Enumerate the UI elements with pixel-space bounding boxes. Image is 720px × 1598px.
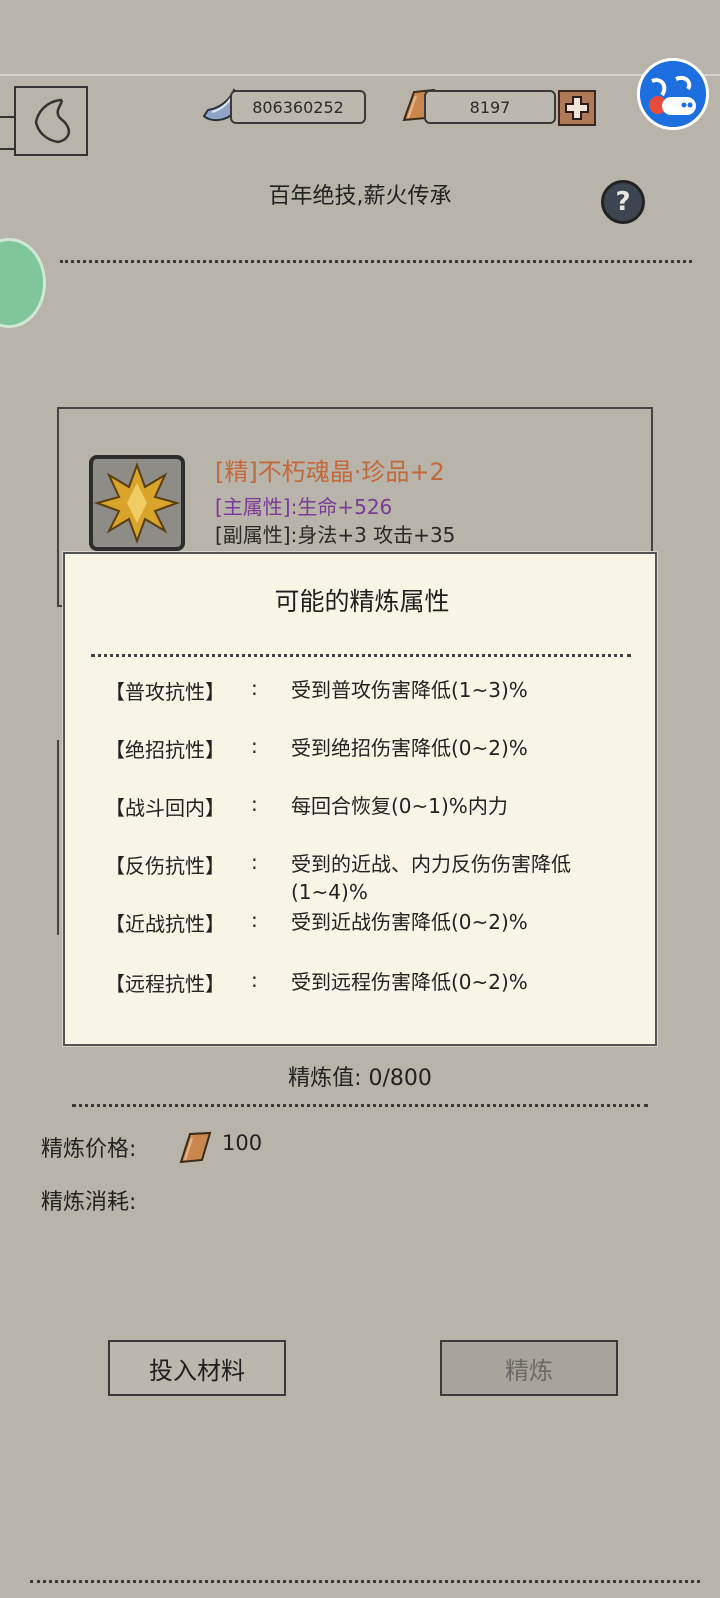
item-sub-attr: [副属性]:身法+3 攻击+35 xyxy=(215,523,456,547)
add-currency-button[interactable] xyxy=(558,90,596,126)
silver-count-value: 806360252 xyxy=(252,97,344,117)
back-button[interactable] xyxy=(14,86,88,156)
item-name: [精]不朽魂晶·珍品+2 xyxy=(215,458,445,486)
popup-title: 可能的精炼属性 xyxy=(274,587,450,616)
attr-separator: : xyxy=(251,968,258,992)
game-assistant-icon[interactable] xyxy=(637,58,709,130)
attr-key: 【绝招抗性】 xyxy=(105,738,225,762)
attr-key: 【反伤抗性】 xyxy=(105,854,225,878)
plus-icon xyxy=(565,96,589,120)
attr-key: 【近战抗性】 xyxy=(105,912,225,936)
put-material-button[interactable]: 投入材料 xyxy=(108,1340,286,1396)
attr-value: 受到远程伤害降低(0~2)% xyxy=(291,970,528,994)
attr-value: 受到绝招伤害降低(0~2)% xyxy=(291,736,528,760)
gold-count: 8197 xyxy=(424,90,556,124)
help-icon: ? xyxy=(615,187,631,217)
attr-value: 受到普攻伤害降低(1~3)% xyxy=(291,678,528,702)
attr-value: 每回合恢复(0~1)%内力 xyxy=(291,794,508,818)
attr-separator: : xyxy=(251,676,258,700)
back-arrow-icon xyxy=(34,98,70,144)
header-divider xyxy=(60,260,692,263)
attr-separator: : xyxy=(251,850,258,874)
refine-button[interactable]: 精炼 xyxy=(440,1340,618,1396)
gold-bar-icon xyxy=(178,1130,214,1166)
attr-separator: : xyxy=(251,734,258,758)
refine-price-label: 精炼价格: xyxy=(41,1137,137,1162)
side-float-badge[interactable] xyxy=(0,238,46,328)
item-main-attr: [主属性]:生命+526 xyxy=(215,495,393,519)
gold-star-crystal-icon xyxy=(93,462,181,544)
refine-divider xyxy=(72,1104,648,1107)
gold-count-value: 8197 xyxy=(469,97,511,117)
item-slot[interactable] xyxy=(89,455,185,551)
attr-separator: : xyxy=(251,908,258,932)
refine-value: 精炼值: 0/800 xyxy=(0,1060,720,1092)
popup-divider xyxy=(91,654,631,657)
top-divider xyxy=(0,74,720,76)
refine-price-value: 100 xyxy=(222,1131,263,1155)
help-button[interactable]: ? xyxy=(601,180,645,224)
refine-value-number: 0/800 xyxy=(368,1066,432,1091)
refine-attributes-popup[interactable]: 可能的精炼属性 【普攻抗性】 : 受到普攻伤害降低(1~3)% 【绝招抗性】 :… xyxy=(63,552,657,1046)
attr-value: 受到的近战、内力反伤伤害降低(1~4)% xyxy=(291,852,571,904)
attr-key: 【普攻抗性】 xyxy=(105,680,225,704)
refine-cost-label: 精炼消耗: xyxy=(41,1190,137,1215)
attr-value: 受到近战伤害降低(0~2)% xyxy=(291,910,528,934)
bottom-divider xyxy=(30,1580,700,1583)
attr-key: 【远程抗性】 xyxy=(105,972,225,996)
attr-key: 【战斗回内】 xyxy=(105,796,225,820)
silver-count: 806360252 xyxy=(230,90,366,124)
refine-value-label: 精炼值: xyxy=(288,1066,362,1091)
attr-separator: : xyxy=(251,792,258,816)
